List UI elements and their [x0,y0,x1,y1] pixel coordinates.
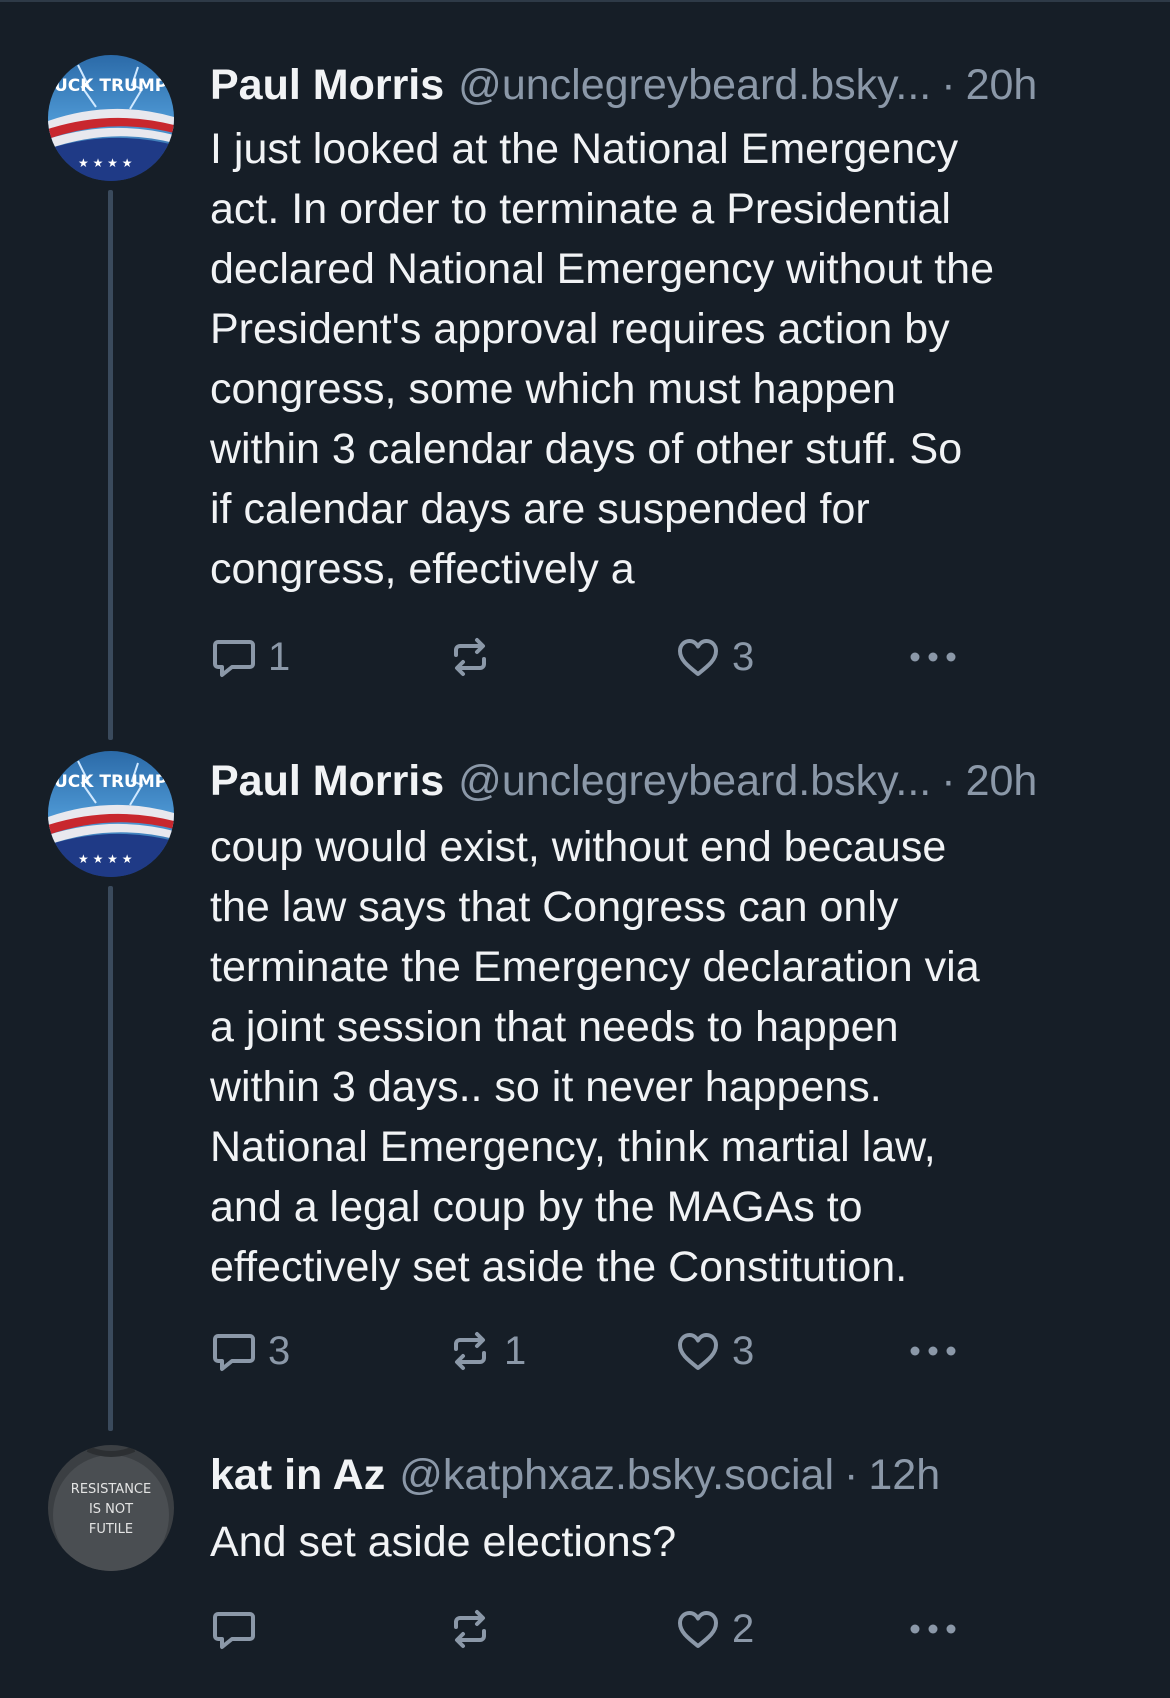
post-time[interactable]: 20h [966,55,1038,115]
speech-bubble-icon [210,633,258,681]
post-header: kat in Az @katphxaz.bsky.social · 12h [210,1445,940,1505]
more-options-button[interactable] [906,632,960,682]
reply-count: 3 [268,1329,291,1373]
like-button[interactable]: 3 [674,632,754,682]
svg-text:★ ★ ★ ★: ★ ★ ★ ★ [78,156,132,170]
reply-button[interactable] [210,1604,268,1654]
ellipsis-icon [906,1342,960,1360]
heart-icon [674,1605,722,1653]
avatar[interactable]: ★ ★ ★ ★ UCK TRUMP [48,751,174,877]
thread-line [108,190,113,740]
svg-text:FUTILE: FUTILE [89,1522,133,1537]
more-options-button[interactable] [906,1326,960,1376]
action-bar: 1 3 [210,632,970,682]
speech-bubble-icon [210,1605,258,1653]
repost-button[interactable] [446,1604,504,1654]
speech-bubble-icon [210,1327,258,1375]
svg-text:★ ★ ★ ★: ★ ★ ★ ★ [78,852,132,866]
post-text: coup would exist, without end because th… [210,823,980,1291]
action-bar: 3 1 3 [210,1326,970,1376]
separator-dot: · [941,61,956,109]
repost-count: 1 [504,1329,527,1373]
post-text: I just looked at the National Emergency … [210,125,994,593]
heart-icon [674,1327,722,1375]
repost-arrows-icon [446,1327,494,1375]
like-count: 3 [732,635,755,679]
author-handle[interactable]: @unclegreybeard.bsky... [458,55,931,115]
separator-dot: · [941,757,956,805]
post-time[interactable]: 12h [868,1445,940,1505]
like-button[interactable]: 2 [674,1604,754,1654]
avatar[interactable]: RESISTANCE IS NOT FUTILE [48,1445,174,1571]
action-bar: 2 [210,1604,970,1654]
author-name[interactable]: kat in Az [210,1445,385,1505]
post-time[interactable]: 20h [966,751,1038,811]
svg-text:RESISTANCE: RESISTANCE [71,1482,151,1497]
avatar-text: UCK TRUMP [54,76,167,96]
ellipsis-icon [906,648,960,666]
repost-button[interactable]: 1 [446,1326,526,1376]
ellipsis-icon [906,1620,960,1638]
like-button[interactable]: 3 [674,1326,754,1376]
like-count: 2 [732,1607,755,1651]
top-divider [0,0,1170,2]
author-name[interactable]: Paul Morris [210,55,444,115]
thread-line [108,886,113,1431]
repost-arrows-icon [446,1605,494,1653]
svg-text:IS NOT: IS NOT [89,1502,133,1517]
more-options-button[interactable] [906,1604,960,1654]
avatar-text: UCK TRUMP [54,772,167,792]
post-header: Paul Morris @unclegreybeard.bsky... · 20… [210,55,1037,115]
repost-arrows-icon [446,633,494,681]
reply-button[interactable]: 3 [210,1326,290,1376]
author-name[interactable]: Paul Morris [210,751,444,811]
reply-count: 1 [268,635,291,679]
avatar[interactable]: ★ ★ ★ ★ UCK TRUMP [48,55,174,181]
repost-button[interactable] [446,632,504,682]
reply-button[interactable]: 1 [210,632,290,682]
separator-dot: · [844,1451,859,1499]
heart-icon [674,633,722,681]
post-text: And set aside elections? [210,1518,677,1566]
author-handle[interactable]: @unclegreybeard.bsky... [458,751,931,811]
like-count: 3 [732,1329,755,1373]
post-header: Paul Morris @unclegreybeard.bsky... · 20… [210,751,1037,811]
author-handle[interactable]: @katphxaz.bsky.social [399,1445,834,1505]
